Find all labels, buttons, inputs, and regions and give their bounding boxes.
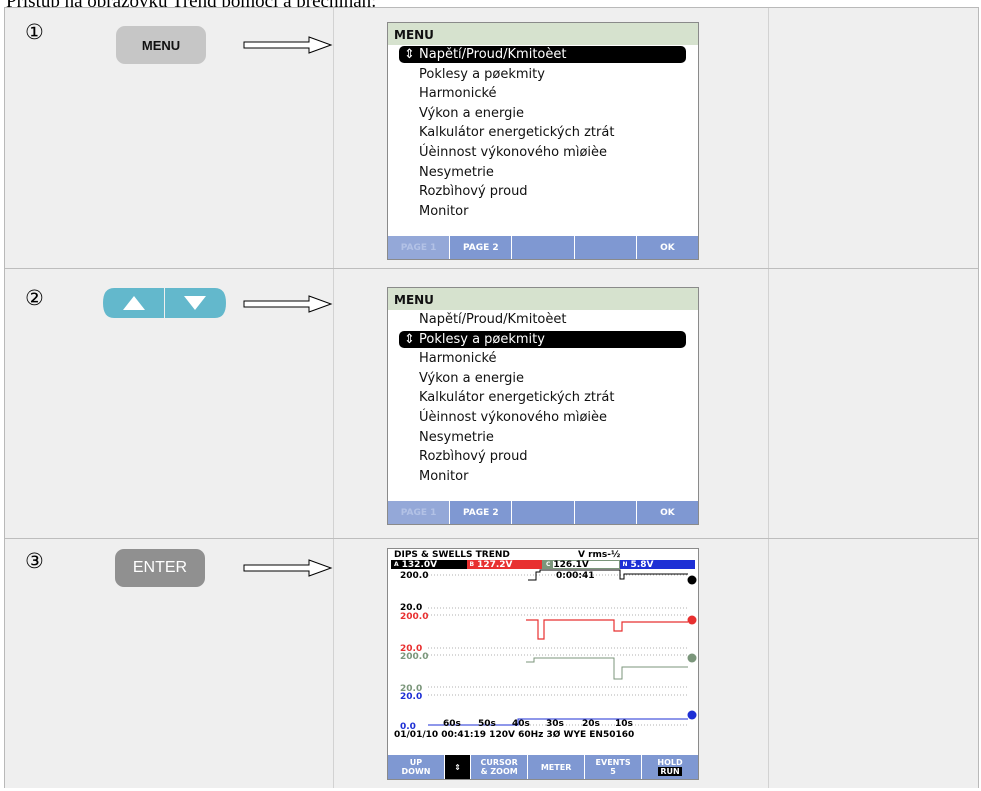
scale-a-top: 200.0 bbox=[400, 571, 429, 581]
softkey-page-2[interactable]: PAGE 2 bbox=[450, 501, 513, 524]
menu-item[interactable]: Monitor bbox=[388, 202, 698, 222]
softkey-meter[interactable]: METER bbox=[528, 755, 586, 779]
column-divider bbox=[768, 8, 769, 268]
up-down-buttons[interactable] bbox=[102, 285, 227, 321]
softkey-empty[interactable] bbox=[574, 236, 637, 259]
step-number: ② bbox=[25, 286, 44, 310]
menu-item[interactable]: Harmonické bbox=[388, 349, 698, 369]
menu-item[interactable]: Harmonické bbox=[388, 84, 698, 104]
time-tick: 60s bbox=[443, 719, 461, 729]
enter-button[interactable]: ENTER bbox=[115, 549, 205, 587]
menu-list: ⇕ Napětí/Proud/Kmitoèet Poklesy a pøekmit… bbox=[388, 45, 698, 221]
column-divider bbox=[768, 269, 769, 538]
menu-item[interactable]: Monitor bbox=[388, 467, 698, 487]
softkey-ok[interactable]: OK bbox=[636, 236, 698, 259]
menu-screen: MENU ⇕ Napětí/Proud/Kmitoèet Poklesy a pø… bbox=[387, 22, 699, 260]
trace-c bbox=[526, 657, 688, 680]
menu-item[interactable]: Úèinnost výkonového mìøièe bbox=[388, 408, 698, 428]
time-tick: 10s bbox=[615, 719, 633, 729]
scale-c-top: 200.0 bbox=[400, 652, 429, 662]
trace-b bbox=[526, 619, 688, 640]
softkey-empty[interactable] bbox=[512, 236, 575, 259]
menu-title: MENU bbox=[388, 23, 698, 45]
time-tick: 20s bbox=[582, 719, 600, 729]
softkey-page-1[interactable]: PAGE 1 bbox=[388, 236, 451, 259]
time-tick: 40s bbox=[512, 719, 530, 729]
menu-item[interactable]: Kalkulátor energetických ztrát bbox=[388, 123, 698, 143]
softkey-page-1[interactable]: PAGE 1 bbox=[388, 501, 451, 524]
menu-item-selected[interactable]: ⇕ Napětí/Proud/Kmitoèet bbox=[399, 46, 686, 63]
menu-item[interactable]: Rozbìhový proud bbox=[388, 447, 698, 467]
softkey-bar: PAGE 1 PAGE 2 OK bbox=[388, 236, 698, 259]
menu-title: MENU bbox=[388, 288, 698, 310]
trend-plot bbox=[428, 569, 697, 726]
column-divider bbox=[768, 539, 769, 788]
time-tick: 30s bbox=[546, 719, 564, 729]
softkey-ok[interactable]: OK bbox=[636, 501, 698, 524]
instruction-table: ① MENU MENU ⇕ Napětí/Proud/Kmitoèet Pokle… bbox=[4, 7, 979, 788]
timer: 0:00:41 bbox=[556, 571, 595, 581]
time-tick: 50s bbox=[478, 719, 496, 729]
menu-item-selected[interactable]: ⇕ Poklesy a pøekmity bbox=[399, 330, 686, 348]
menu-item[interactable]: Nesymetrie bbox=[388, 428, 698, 448]
menu-list: Napětí/Proud/Kmitoèet ⇕ Poklesy a pøekmit… bbox=[388, 310, 698, 486]
softkey-up-down[interactable]: UP DOWN bbox=[388, 755, 445, 779]
menu-item[interactable]: Rozbìhový proud bbox=[388, 182, 698, 202]
column-divider bbox=[333, 539, 334, 788]
status-line: 01/01/10 00:41:19 120V 60Hz 3Ø WYE EN501… bbox=[394, 730, 635, 740]
column-divider bbox=[333, 8, 334, 268]
menu-item[interactable]: Výkon a energie bbox=[388, 369, 698, 389]
softkey-cursor-zoom[interactable]: CURSOR & ZOOM bbox=[471, 755, 529, 779]
menu-button[interactable]: MENU bbox=[116, 26, 206, 64]
menu-item[interactable]: Kalkulátor energetických ztrát bbox=[388, 388, 698, 408]
menu-screen: MENU Napětí/Proud/Kmitoèet ⇕ Poklesy a pø… bbox=[387, 287, 699, 525]
softkey-bar: PAGE 1 PAGE 2 OK bbox=[388, 501, 698, 524]
softkey-bar: UP DOWN ⇕ CURSOR & ZOOM METER EVENTS 5 HOLD… bbox=[388, 755, 698, 779]
arrow-right-icon bbox=[243, 36, 333, 54]
softkey-page-2[interactable]: PAGE 2 bbox=[450, 236, 513, 259]
up-down-icon: ⇕ bbox=[404, 331, 415, 347]
arrow-right-icon bbox=[243, 295, 333, 313]
menu-item[interactable]: Výkon a energie bbox=[388, 104, 698, 124]
step-row-2: ② MENU Napětí/Proud/Kmitoèet ⇕ Poklesy a … bbox=[5, 269, 978, 539]
menu-item[interactable]: Úèinnost výkonového mìøièe bbox=[388, 143, 698, 163]
softkey-select-icon[interactable]: ⇕ bbox=[444, 755, 472, 779]
column-divider bbox=[333, 269, 334, 538]
menu-item[interactable]: Poklesy a pøekmity bbox=[388, 65, 698, 85]
menu-item[interactable]: Napětí/Proud/Kmitoèet bbox=[388, 310, 698, 330]
menu-item[interactable]: Nesymetrie bbox=[388, 163, 698, 183]
step-row-3: ③ ENTER DIPS & SWELLS TREND V rms-½ A 132… bbox=[5, 539, 978, 788]
step-row-1: ① MENU MENU ⇕ Napětí/Proud/Kmitoèet Pokle… bbox=[5, 8, 978, 269]
scale-b-top: 200.0 bbox=[400, 612, 429, 622]
softkey-events[interactable]: EVENTS 5 bbox=[585, 755, 643, 779]
scale-n-top: 20.0 bbox=[400, 692, 423, 702]
step-number: ① bbox=[25, 20, 44, 44]
softkey-empty[interactable] bbox=[574, 501, 637, 524]
softkey-empty[interactable] bbox=[512, 501, 575, 524]
up-down-icon: ⇕ bbox=[404, 47, 415, 62]
arrow-right-icon bbox=[243, 559, 333, 577]
step-number: ③ bbox=[25, 549, 44, 573]
trend-screen: DIPS & SWELLS TREND V rms-½ A 132.0V B 127… bbox=[387, 548, 699, 780]
softkey-hold-run[interactable]: HOLD RUN bbox=[642, 755, 698, 779]
